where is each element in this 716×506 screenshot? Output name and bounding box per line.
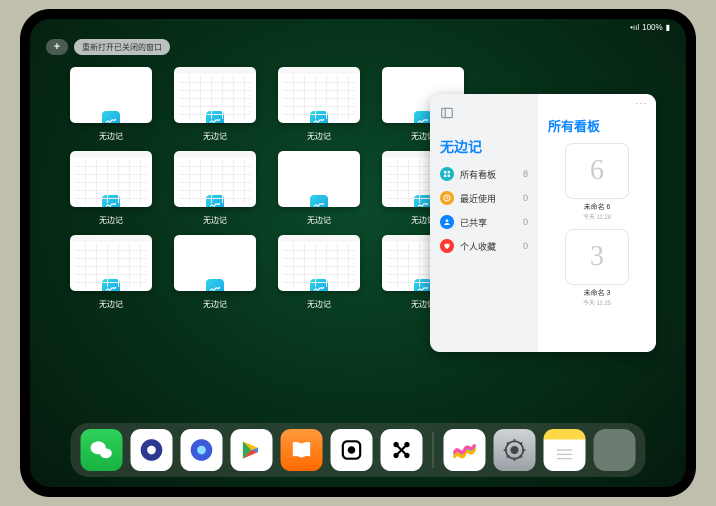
board-thumbnail[interactable]: 3 未命名 3今天 11:25 [552,229,642,307]
dock-app-settings[interactable] [494,429,536,471]
window-label: 无边记 [99,299,123,310]
dock [71,423,646,477]
freeform-app-icon [206,111,224,123]
window-preview [70,235,152,291]
window-preview [278,67,360,123]
new-window-button[interactable]: + [46,39,68,55]
reopen-closed-window-button[interactable]: 重新打开已关闭的窗口 [74,39,170,55]
dock-app-dice[interactable] [331,429,373,471]
heart-icon [440,239,454,253]
sidebar-title: 无边记 [440,137,528,157]
sidebar-item-label: 个人收藏 [460,240,517,253]
board-preview: 3 [565,229,629,285]
window-thumbnail[interactable]: 无边记 [276,235,362,311]
board-name: 未命名 3 [552,288,642,298]
more-button[interactable]: ··· [635,98,648,109]
sidebar-item-count: 0 [523,193,528,203]
sidebar-item-count: 8 [523,169,528,179]
window-preview [174,67,256,123]
sidebar-item-heart[interactable]: 个人收藏 0 [440,239,528,253]
dock-separator [433,432,434,468]
dock-app-dots[interactable] [381,429,423,471]
window-preview [278,235,360,291]
window-thumbnail[interactable]: 无边记 [276,67,362,143]
window-thumbnail[interactable]: 无边记 [68,67,154,143]
sidebar-item-label: 最近使用 [460,192,517,205]
sidebar-item-grid[interactable]: 所有看板 8 [440,167,528,181]
board-preview: 6 [565,143,629,199]
screen: •ııl 100% ▮ + 重新打开已关闭的窗口 无边记无边记无边记无边记无边记… [30,19,686,487]
board-name: 未命名 6 [552,202,642,212]
boards-title: 所有看板 [548,116,646,135]
freeform-app-icon [102,279,120,291]
sidebar-item-count: 0 [523,217,528,227]
dock-app-quark[interactable] [181,429,223,471]
sidebar-item-clock[interactable]: 最近使用 0 [440,191,528,205]
window-preview [70,67,152,123]
freeform-app-icon [310,111,328,123]
dock-app-folder[interactable] [594,429,636,471]
window-preview [70,151,152,207]
window-label: 无边记 [203,299,227,310]
sidebar-left: 无边记 所有看板 8 最近使用 0 已共享 0 个人收藏 0 [430,94,538,352]
window-label: 无边记 [99,131,123,142]
dock-app-wechat[interactable] [81,429,123,471]
window-thumbnail[interactable]: 无边记 [172,67,258,143]
signal-icon: •ııl [630,23,639,32]
window-thumbnail[interactable]: 无边记 [68,235,154,311]
window-label: 无边记 [307,131,331,142]
window-preview [174,235,256,291]
window-label: 无边记 [99,215,123,226]
app-switcher-grid: 无边记无边记无边记无边记无边记无边记无边记无边记无边记无边记无边记无边记 [68,67,466,311]
sidebar-item-label: 已共享 [460,216,517,229]
dock-app-notes[interactable] [544,429,586,471]
status-bar: •ııl 100% ▮ [630,23,670,32]
battery-percent: 100% [642,23,662,32]
window-label: 无边记 [203,215,227,226]
window-label: 无边记 [307,215,331,226]
sidebar-item-count: 0 [523,241,528,251]
grid-icon [440,167,454,181]
dock-app-books[interactable] [281,429,323,471]
window-thumbnail[interactable]: 无边记 [68,151,154,227]
sidebar-item-share[interactable]: 已共享 0 [440,215,528,229]
window-thumbnail[interactable]: 无边记 [276,151,362,227]
ipad-frame: •ııl 100% ▮ + 重新打开已关闭的窗口 无边记无边记无边记无边记无边记… [20,9,696,497]
freeform-app-icon [102,195,120,207]
clock-icon [440,191,454,205]
battery-icon: ▮ [666,23,670,32]
freeform-sidebar-panel[interactable]: 无边记 所有看板8最近使用0已共享0个人收藏0 ··· 所有看板 6未命名 6今… [430,94,656,352]
window-label: 无边记 [203,131,227,142]
sidebar-item-label: 所有看板 [460,168,517,181]
board-date: 今天 11:28 [552,212,642,221]
board-date: 今天 11:25 [552,298,642,307]
dock-app-quark-hd[interactable] [131,429,173,471]
dock-app-play[interactable] [231,429,273,471]
window-thumbnail[interactable]: 无边记 [172,151,258,227]
window-preview [174,151,256,207]
dock-app-freeform[interactable] [444,429,486,471]
freeform-app-icon [102,111,120,123]
window-thumbnail[interactable]: 无边记 [172,235,258,311]
freeform-app-icon [310,195,328,207]
window-label: 无边记 [307,299,331,310]
freeform-app-icon [310,279,328,291]
sidebar-toggle-icon[interactable] [440,106,454,120]
top-controls: + 重新打开已关闭的窗口 [46,39,170,55]
board-thumbnail[interactable]: 6 未命名 6今天 11:28 [552,143,642,221]
window-preview [278,151,360,207]
freeform-app-icon [206,195,224,207]
freeform-app-icon [206,279,224,291]
share-icon [440,215,454,229]
sidebar-right: ··· 所有看板 6 未命名 6今天 11:28 3 未命名 3今天 11:25 [538,94,656,352]
